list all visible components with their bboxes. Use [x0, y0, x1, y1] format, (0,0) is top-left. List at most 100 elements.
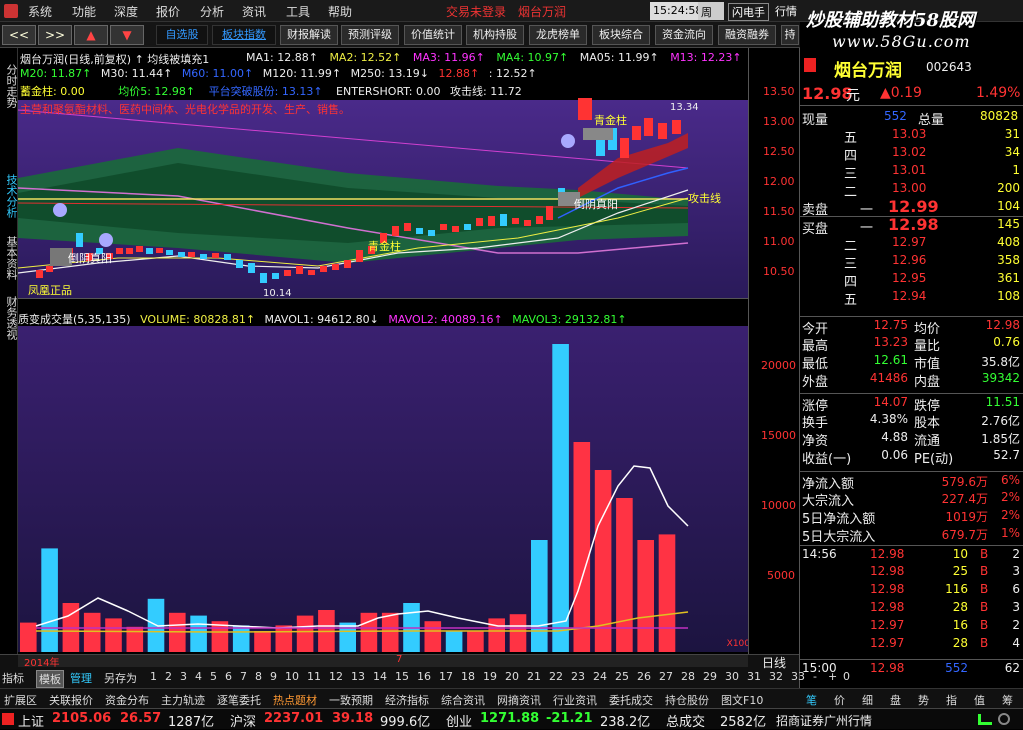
ext-tab[interactable]: 经济指标: [385, 692, 429, 708]
tab-earnings[interactable]: 财报解读: [280, 25, 338, 45]
settings-icon[interactable]: [998, 713, 1010, 725]
indicator-tab[interactable]: 24: [593, 670, 607, 683]
ext-tab[interactable]: 网摘资讯: [497, 692, 541, 708]
indicator-tab[interactable]: 9: [270, 670, 277, 683]
indicator-tab[interactable]: 指标: [2, 670, 24, 686]
indicator-tab[interactable]: 2: [165, 670, 172, 683]
tab-timeshare[interactable]: 分时走势: [1, 56, 18, 116]
sell-row[interactable]: 四 13.02 34: [800, 144, 1023, 164]
buy-row[interactable]: 四 12.95 361: [800, 270, 1023, 290]
ext-tab[interactable]: 持仓股份: [665, 692, 709, 708]
indicator-tab[interactable]: 21: [527, 670, 541, 683]
tab-technical[interactable]: 技术分析: [1, 166, 18, 226]
indicator-tab[interactable]: 26: [637, 670, 651, 683]
ext-tab[interactable]: 扩展区: [4, 692, 37, 708]
tab-basic-info[interactable]: 基本资料: [1, 228, 18, 288]
ext-tab[interactable]: 逐笔委托: [217, 692, 261, 708]
tab-sector-index[interactable]: 板块指数: [212, 25, 276, 45]
menu-depth[interactable]: 深度: [114, 3, 138, 20]
indicator-tab[interactable]: 17: [439, 670, 453, 683]
indicator-tab[interactable]: 4: [195, 670, 202, 683]
indicator-tab[interactable]: 32: [769, 670, 783, 683]
quote-view-tab[interactable]: 值: [974, 692, 985, 708]
sell-row[interactable]: 三 13.01 1: [800, 162, 1023, 182]
ext-tab[interactable]: 图文F10: [721, 692, 763, 708]
menu-info[interactable]: 资讯: [242, 3, 266, 20]
bookmark-icon[interactable]: [804, 58, 816, 72]
indicator-tab[interactable]: 1: [150, 670, 157, 683]
sell-row[interactable]: 二 13.00 200: [800, 180, 1023, 200]
ext-tab[interactable]: 行业资讯: [553, 692, 597, 708]
menu-function[interactable]: 功能: [72, 3, 96, 20]
indicator-tab[interactable]: 25: [615, 670, 629, 683]
indicator-tab[interactable]: 18: [461, 670, 475, 683]
ext-tab[interactable]: 委托成交: [609, 692, 653, 708]
menu-analysis[interactable]: 分析: [200, 3, 224, 20]
volume-chart[interactable]: X100: [18, 326, 748, 654]
indicator-tab[interactable]: 管理: [70, 670, 92, 686]
tab-watchlist[interactable]: 自选股: [156, 25, 208, 45]
tab-margin[interactable]: 融资融券: [718, 25, 776, 45]
menu-tools[interactable]: 工具: [286, 3, 310, 20]
quote-view-tab[interactable]: 势: [918, 692, 929, 708]
ext-tab[interactable]: 一致预期: [329, 692, 373, 708]
down-button[interactable]: ▼: [110, 25, 144, 45]
forward-button[interactable]: >>: [38, 25, 72, 45]
quote-view-tab[interactable]: 价: [834, 692, 845, 708]
menu-system[interactable]: 系统: [28, 3, 52, 20]
indicator-tab[interactable]: -: [813, 670, 817, 683]
buy-row[interactable]: 五 12.94 108: [800, 288, 1023, 308]
indicator-tab[interactable]: 28: [681, 670, 695, 683]
indicator-tab[interactable]: 14: [373, 670, 387, 683]
indicator-tab[interactable]: 31: [747, 670, 761, 683]
indicator-tab[interactable]: +: [828, 670, 837, 683]
indicator-tab[interactable]: 16: [417, 670, 431, 683]
indicator-tab[interactable]: 3: [180, 670, 187, 683]
quote-view-tab[interactable]: 指: [946, 692, 957, 708]
up-button[interactable]: ▲: [74, 25, 108, 45]
quote-view-tab[interactable]: 筹: [1002, 692, 1013, 708]
tab-institution[interactable]: 机构持股: [466, 25, 524, 45]
indicator-tab[interactable]: 23: [571, 670, 585, 683]
quote-view-tab[interactable]: 笔: [806, 692, 817, 708]
indicator-tab[interactable]: 10: [285, 670, 299, 683]
indicator-tab[interactable]: 22: [549, 670, 563, 683]
buy-row[interactable]: 二 12.97 408: [800, 234, 1023, 254]
indicator-tab[interactable]: 33: [791, 670, 805, 683]
indicator-tab[interactable]: 13: [351, 670, 365, 683]
indicator-tab[interactable]: 5: [210, 670, 217, 683]
indicator-tab[interactable]: 20: [505, 670, 519, 683]
indicator-tab[interactable]: 29: [703, 670, 717, 683]
sell-row[interactable]: 五 13.03 31: [800, 126, 1023, 146]
tab-fund-flow[interactable]: 资金流向: [655, 25, 713, 45]
indicator-tab[interactable]: 30: [725, 670, 739, 683]
quote-view-tab[interactable]: 细: [862, 692, 873, 708]
tab-value-stats[interactable]: 价值统计: [404, 25, 462, 45]
indicator-tab[interactable]: 6: [225, 670, 232, 683]
indicator-tab[interactable]: 11: [307, 670, 321, 683]
indicator-tab[interactable]: 7: [240, 670, 247, 683]
indicator-tab[interactable]: 另存为: [104, 670, 137, 686]
menu-help[interactable]: 帮助: [328, 3, 352, 20]
quote-view-tab[interactable]: 盘: [890, 692, 901, 708]
indicator-tab[interactable]: 27: [659, 670, 673, 683]
indicator-tab[interactable]: 0: [843, 670, 850, 683]
indicator-tab[interactable]: 15: [395, 670, 409, 683]
menu-quote[interactable]: 报价: [156, 3, 180, 20]
tab-dragon-tiger[interactable]: 龙虎榜单: [529, 25, 587, 45]
ext-tab[interactable]: 热点题材: [273, 692, 317, 708]
flash-trade-button[interactable]: 闪电手: [728, 3, 769, 21]
back-button[interactable]: <<: [2, 25, 36, 45]
ext-tab[interactable]: 资金分布: [105, 692, 149, 708]
tab-holdings[interactable]: 持: [781, 25, 799, 45]
tab-sector-overview[interactable]: 板块综合: [592, 25, 650, 45]
ext-tab[interactable]: 主力轨迹: [161, 692, 205, 708]
tab-financial[interactable]: 财务透视: [1, 288, 18, 348]
period-selector[interactable]: 日线: [762, 654, 786, 671]
market-button[interactable]: 行情: [775, 3, 797, 19]
indicator-tab[interactable]: 8: [255, 670, 262, 683]
tab-forecast[interactable]: 预测评级: [341, 25, 399, 45]
ext-tab[interactable]: 关联报价: [49, 692, 93, 708]
indicator-tab[interactable]: 模板: [36, 670, 64, 688]
ext-tab[interactable]: 综合资讯: [441, 692, 485, 708]
